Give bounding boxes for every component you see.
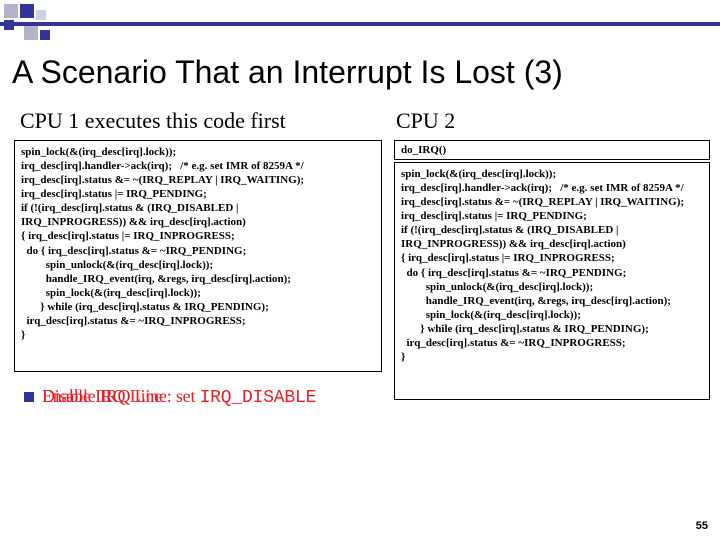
bullet-disable-code: IRQ_DISABLE [200, 388, 317, 408]
deco-square [40, 30, 50, 40]
bullet-disable: Disable IRQ Line: set IRQ_DISABLE [24, 386, 404, 408]
heading-cpu1: CPU 1 executes this code first [20, 108, 286, 134]
page-number: 55 [696, 520, 708, 532]
slide: A Scenario That an Interrupt Is Lost (3)… [0, 0, 720, 540]
code-cpu2-body: spin_lock(&(irq_desc[irq].lock)); irq_de… [394, 162, 710, 400]
slide-title: A Scenario That an Interrupt Is Lost (3) [12, 54, 712, 91]
deco-square [24, 26, 38, 40]
header-decoration [0, 0, 720, 46]
header-bar [0, 22, 720, 26]
deco-square [4, 4, 18, 18]
code-cpu1: spin_lock(&(irq_desc[irq].lock)); irq_de… [14, 140, 382, 372]
bullet-disable-text: Disable IRQ Line: set IRQ_DISABLE [42, 386, 316, 408]
deco-square [4, 20, 14, 30]
deco-square [36, 10, 46, 20]
code-cpu2-call: do_IRQ() [394, 140, 710, 160]
bullet-disable-prefix: Disable IRQ Line: set [42, 386, 200, 406]
bullet-icon [24, 392, 34, 402]
heading-cpu2: CPU 2 [396, 108, 455, 134]
deco-square [20, 4, 34, 18]
